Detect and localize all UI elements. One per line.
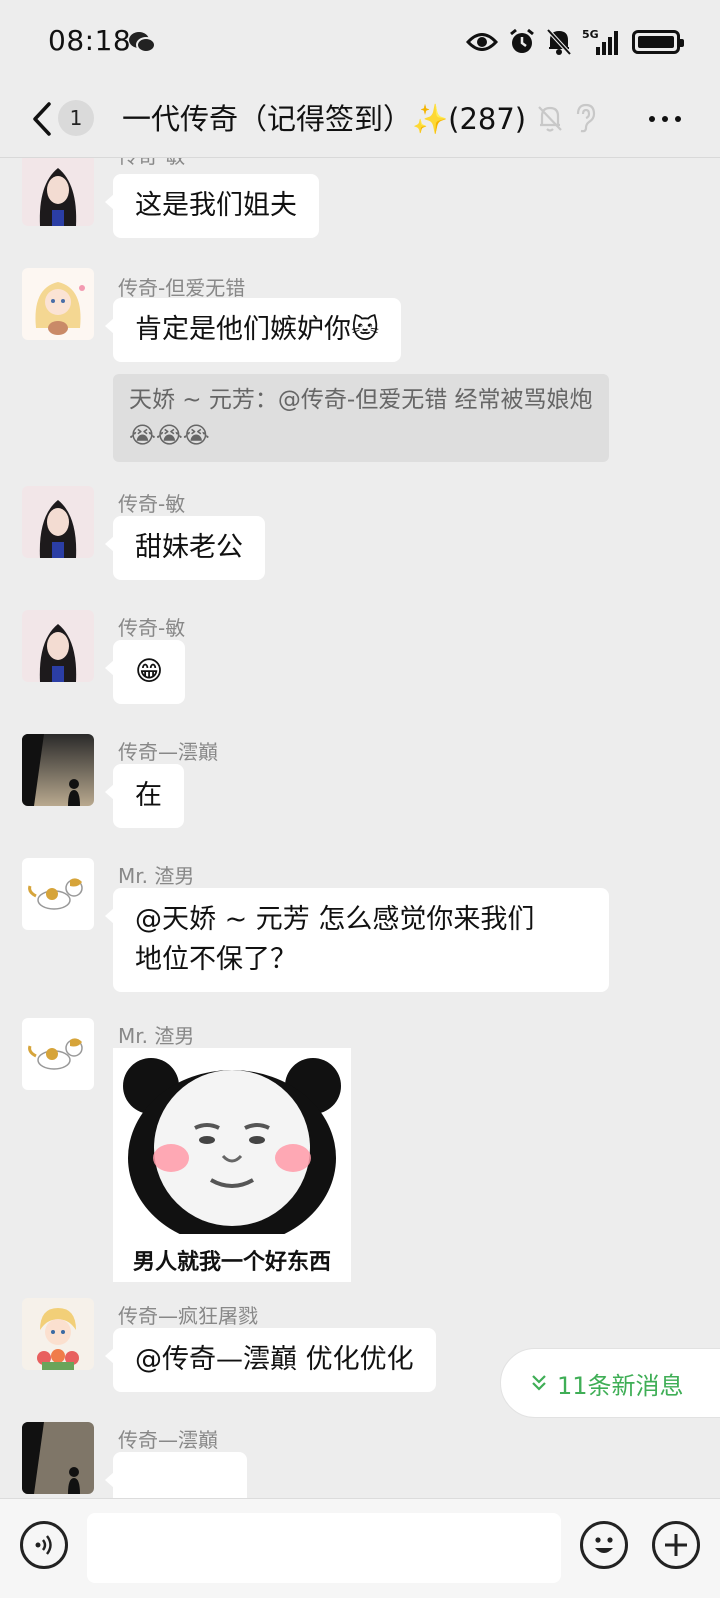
avatar[interactable] <box>22 1298 94 1370</box>
plus-icon <box>665 1534 687 1556</box>
back-chevron-icon <box>33 102 51 136</box>
emoji-icon <box>595 1537 613 1553</box>
status-time: 08:18 <box>48 24 132 57</box>
ear-icon <box>576 103 596 133</box>
message-list[interactable]: 传奇-敏 这是我们姐夫 传奇-但爱无错 肯定是他们嫉妒你🐱 天娇 ~ 元芳：@传… <box>0 158 720 1498</box>
chat-header: 1 一代传奇（记得签到）✨(287) <box>0 84 720 158</box>
message-bubble[interactable]: 肯定是他们嫉妒你🐱 <box>104 298 402 362</box>
avatar-unicorn-image <box>22 1018 94 1090</box>
avatar[interactable] <box>22 268 94 340</box>
avatar-girl-image <box>22 158 94 226</box>
svg-text:5G: 5G <box>582 28 599 41</box>
sender-name: 传奇—疯狂屠戮 <box>118 1304 258 1328</box>
member-count: (287) <box>448 102 527 136</box>
message-bubble[interactable]: 😁 <box>104 640 186 704</box>
sender-name: 传奇-敏 <box>118 492 186 516</box>
avatar-silhouette-image <box>22 1422 94 1494</box>
avatar-cartoon-girl-image <box>22 268 94 340</box>
avatar[interactable] <box>22 610 94 682</box>
alarm-icon <box>510 28 534 53</box>
voice-button[interactable] <box>20 1521 68 1569</box>
new-messages-label: 11条新消息 <box>557 1371 684 1400</box>
chat-screen: 08:18 5G 1 一代传奇（记得签到）✨(287) 这是我们姐夫 传奇-但爱… <box>0 0 720 1598</box>
bell-off-icon <box>538 106 562 132</box>
sender-name: 传奇—澐巔 <box>118 1428 218 1452</box>
input-bar <box>0 1498 720 1598</box>
sticker-caption: 男人就我一个好东西 <box>132 1250 331 1275</box>
emoji-button[interactable] <box>580 1521 628 1569</box>
message-bubble[interactable] <box>105 1452 247 1498</box>
sender-name: 传奇—澐巔 <box>118 740 218 764</box>
status-bar: 08:18 5G <box>0 0 720 84</box>
sparkle-emoji: ✨ <box>412 102 449 136</box>
avatar[interactable] <box>22 1018 94 1090</box>
unread-count-badge[interactable]: 1 <box>58 100 94 136</box>
message-input[interactable] <box>87 1513 561 1583</box>
message-bubble[interactable]: 这是我们姐夫 <box>105 174 319 238</box>
eye-icon <box>466 33 498 51</box>
chat-title: 一代传奇（记得签到）✨(287) <box>122 96 526 138</box>
plus-button[interactable] <box>652 1521 700 1569</box>
battery-icon <box>632 30 684 54</box>
wechat-icon <box>129 32 156 53</box>
sticker-image[interactable]: 男人就我一个好东西 <box>113 1048 351 1282</box>
new-messages-button[interactable]: 11条新消息 <box>500 1348 720 1418</box>
message-line: @天娇 ~ 元芳 怎么感觉你来我们 <box>135 904 535 935</box>
double-chevron-down-icon <box>532 1375 546 1391</box>
avatar-girl-image <box>22 486 94 558</box>
avatar-unicorn-image <box>22 858 94 930</box>
avatar[interactable] <box>22 158 94 226</box>
chat-title-text: 一代传奇（记得签到） <box>122 102 413 136</box>
more-icon <box>649 116 655 122</box>
voice-icon <box>35 1535 52 1555</box>
avatar-silhouette-image <box>22 734 94 806</box>
sender-name: 传奇-敏 <box>118 616 186 640</box>
avatar[interactable] <box>22 1422 94 1494</box>
sender-name: 传奇-敏 <box>118 158 185 169</box>
status-icons: 5G <box>466 26 684 58</box>
avatar[interactable] <box>22 734 94 806</box>
signal-icon: 5G <box>582 28 618 55</box>
bell-off-icon <box>546 28 572 56</box>
avatar[interactable] <box>22 486 94 558</box>
sender-name: Mr. 渣男 <box>118 864 195 888</box>
sender-name: 传奇-但爱无错 <box>118 276 246 300</box>
avatar-cartoon-boy-image <box>22 1298 94 1370</box>
message-line: 地位不保了？ <box>135 944 297 975</box>
message-bubble[interactable]: 甜妹老公 <box>105 516 265 580</box>
message-bubble[interactable]: @天娇 ~ 元芳 怎么感觉你来我们 地位不保了？ <box>105 888 609 992</box>
message-bubble[interactable]: 在 <box>105 764 184 828</box>
message-bubble[interactable]: @传奇—澐巔 优化优化 <box>105 1328 436 1392</box>
sender-name: Mr. 渣男 <box>118 1024 195 1048</box>
avatar[interactable] <box>22 858 94 930</box>
more-button[interactable] <box>640 104 690 134</box>
quoted-message[interactable]: 天娇 ~ 元芳：@传奇-但爱无错 经常被骂娘炮😭😭😭 <box>113 374 609 462</box>
back-button[interactable] <box>22 94 62 144</box>
avatar-girl-image <box>22 610 94 682</box>
